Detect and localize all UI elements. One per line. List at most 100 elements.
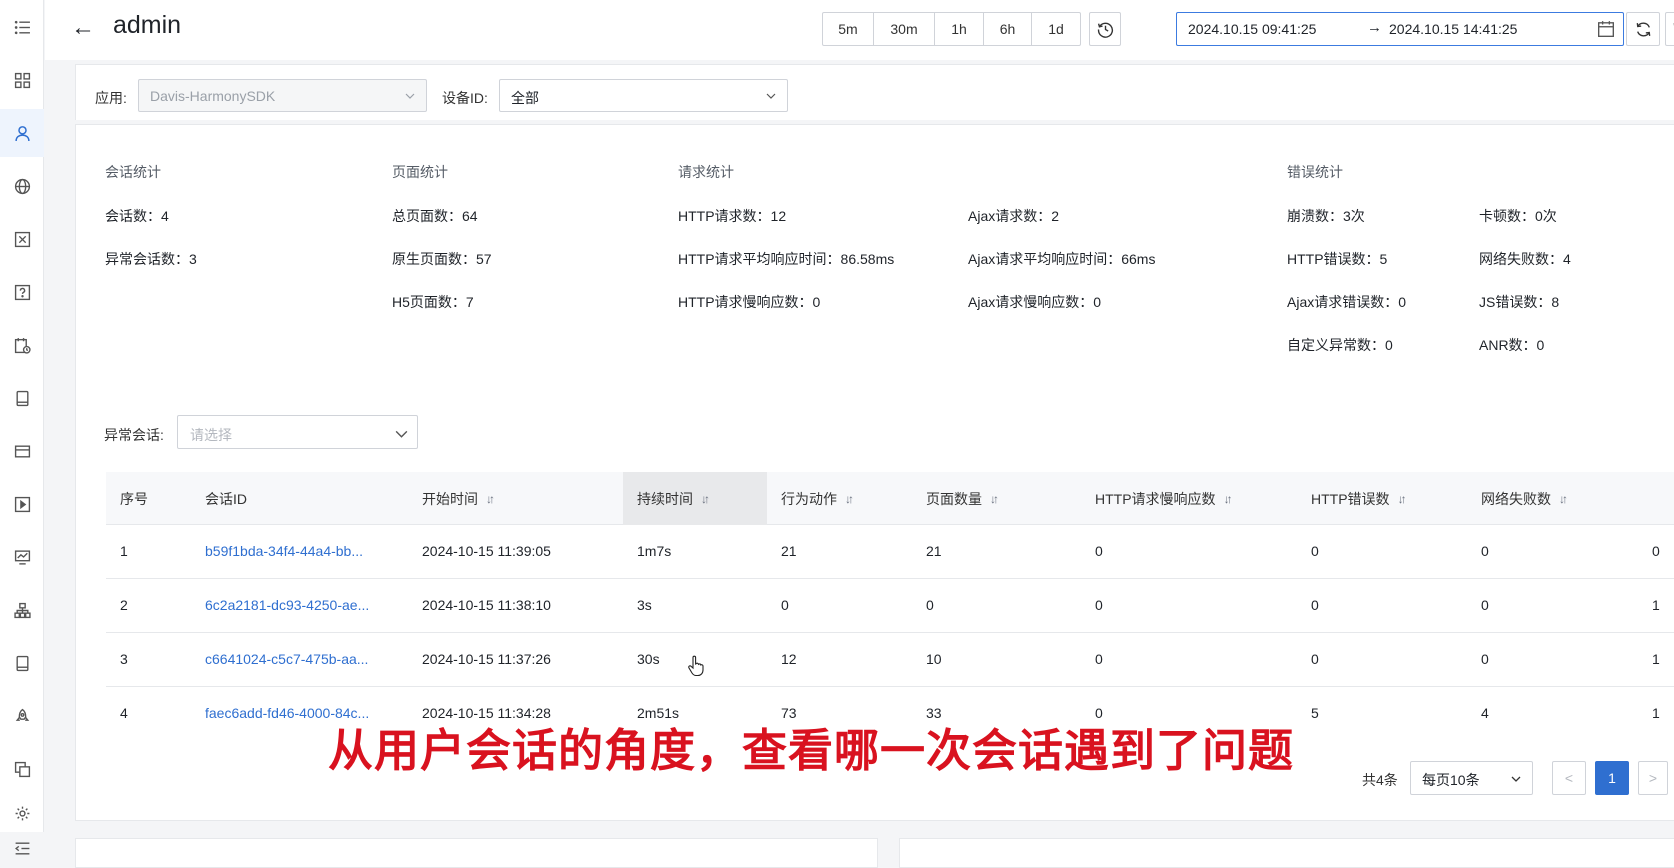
row-extra: 1 [1652, 597, 1660, 613]
row-network-failure: 0 [1481, 543, 1489, 559]
dashboard-grid-icon[interactable] [0, 56, 44, 104]
freeze-count: 卡顿数：0次 [1479, 206, 1557, 226]
col-start-time[interactable]: 开始时间↓↑ [422, 472, 492, 525]
refresh-button[interactable] [1626, 12, 1660, 46]
range-30m-button[interactable]: 30m [874, 13, 935, 45]
app-select[interactable]: Davis-HarmonySDK [138, 79, 427, 112]
range-1h-button[interactable]: 1h [935, 13, 984, 45]
collapse-sidebar-icon[interactable] [0, 832, 44, 864]
session-id-link[interactable]: c6641024-c5c7-475b-aa... [205, 651, 368, 667]
row-duration: 1m7s [637, 543, 671, 559]
js-error-count: JS错误数：8 [1479, 292, 1559, 312]
row-network-failure: 0 [1481, 597, 1489, 613]
globe-icon[interactable] [0, 162, 44, 210]
schedule-icon[interactable] [0, 321, 44, 369]
session-id-link[interactable]: b59f1bda-34f4-44a4-bb... [205, 543, 363, 559]
http-request-count: HTTP请求数：12 [678, 206, 786, 226]
col-http-slow[interactable]: HTTP请求慢响应数↓↑ [1095, 472, 1230, 525]
rocket-icon[interactable] [0, 692, 44, 740]
device-id-label: 设备ID: [442, 88, 488, 108]
calendar-icon [1597, 20, 1615, 38]
session-id-link[interactable]: 6c2a2181-dc93-4250-ae... [205, 597, 369, 613]
col-duration[interactable]: 持续时间↓↑ [623, 472, 767, 525]
row-extra: 1 [1652, 651, 1660, 667]
topology-icon[interactable] [0, 586, 44, 634]
col-index: 序号 [120, 472, 148, 525]
row-duration: 30s [637, 651, 660, 667]
col-http-error[interactable]: HTTP错误数↓↑ [1311, 472, 1404, 525]
card-icon[interactable] [0, 427, 44, 475]
row-start-time: 2024-10-15 11:38:10 [422, 597, 551, 613]
date-arrow: → [1367, 19, 1382, 36]
row-extra: 1 [1652, 705, 1660, 721]
sort-icon: ↓↑ [1224, 492, 1230, 506]
row-index: 1 [120, 543, 128, 559]
session-count: 会话数：4 [105, 206, 169, 226]
page-1-button[interactable]: 1 [1595, 761, 1629, 795]
tablet-icon[interactable] [0, 374, 44, 422]
abnormal-session-count: 异常会话数：3 [105, 249, 197, 269]
row-http-slow: 0 [1095, 543, 1103, 559]
history-clock-icon [1097, 21, 1114, 38]
http-slow-count: HTTP请求慢响应数：0 [678, 292, 820, 312]
range-6h-button[interactable]: 6h [984, 13, 1032, 45]
request-stats-title: 请求统计 [678, 162, 734, 182]
chevron-down-icon [404, 90, 416, 102]
device-icon[interactable] [0, 639, 44, 687]
row-actions: 21 [781, 543, 797, 559]
monitor-chart-icon[interactable] [0, 533, 44, 581]
row-index: 2 [120, 597, 128, 613]
row-page-count: 0 [926, 597, 934, 613]
video-play-icon[interactable] [0, 480, 44, 528]
row-start-time: 2024-10-15 11:39:05 [422, 543, 551, 559]
layers-copy-icon[interactable] [0, 745, 44, 793]
abnormal-session-label: 异常会话: [104, 425, 164, 445]
refresh-icon [1635, 21, 1652, 38]
col-network-failure[interactable]: 网络失败数↓↑ [1481, 472, 1565, 525]
settings-gear-icon[interactable] [0, 798, 44, 828]
row-page-count: 10 [926, 651, 942, 667]
date-end: 2024.10.15 14:41:25 [1389, 21, 1517, 37]
prev-page-button[interactable]: < [1552, 761, 1586, 795]
row-http-error: 0 [1311, 543, 1319, 559]
col-page-count[interactable]: 页面数量↓↑ [926, 472, 996, 525]
video-subtitle: 从用户会话的角度，查看哪一次会话遇到了问题 [328, 714, 1294, 779]
error-box-icon[interactable] [0, 215, 44, 263]
history-clock-button[interactable] [1089, 12, 1121, 46]
range-5m-button[interactable]: 5m [823, 13, 874, 45]
next-page-button[interactable]: > [1638, 761, 1668, 795]
sort-icon: ↓↑ [1398, 492, 1404, 506]
h5-page-count: H5页面数：7 [392, 292, 474, 312]
page-size-select[interactable]: 每页10条 [1410, 761, 1533, 795]
menu-list-icon[interactable] [0, 3, 44, 51]
auto-refresh-button[interactable] [1665, 12, 1674, 46]
row-http-slow: 0 [1095, 651, 1103, 667]
range-1d-button[interactable]: 1d [1032, 13, 1080, 45]
chevron-down-icon [394, 426, 409, 441]
sort-icon: ↓↑ [486, 492, 492, 506]
table-row[interactable]: 1 b59f1bda-34f4-44a4-bb... 2024-10-15 11… [106, 525, 1674, 579]
app-select-value: Davis-HarmonySDK [150, 88, 275, 104]
back-arrow-icon[interactable]: ← [71, 14, 95, 42]
chevron-down-icon [1510, 773, 1522, 785]
abnormal-session-select[interactable]: 请选择 [177, 415, 418, 449]
table-row[interactable]: 3 c6641024-c5c7-475b-aa... 2024-10-15 11… [106, 633, 1674, 687]
error-stats-title: 错误统计 [1287, 162, 1343, 182]
page-title: admin [113, 11, 181, 40]
total-count: 共4条 [1362, 770, 1398, 790]
col-actions[interactable]: 行为动作↓↑ [781, 472, 851, 525]
session-stats-title: 会话统计 [105, 162, 161, 182]
col-session-id: 会话ID [205, 472, 247, 525]
date-range-picker[interactable]: 2024.10.15 09:41:25 → 2024.10.15 14:41:2… [1176, 12, 1624, 46]
question-box-icon[interactable] [0, 268, 44, 316]
device-id-select-value: 全部 [511, 88, 539, 108]
total-page-count: 总页面数：64 [392, 206, 478, 226]
user-icon[interactable] [0, 109, 44, 157]
filter-bar: 应用: Davis-HarmonySDK 设备ID: 全部 [75, 64, 1674, 120]
native-page-count: 原生页面数：57 [392, 249, 492, 269]
http-error-count: HTTP错误数：5 [1287, 249, 1387, 269]
time-range-group: 5m 30m 1h 6h 1d [822, 12, 1081, 46]
table-row[interactable]: 2 6c2a2181-dc93-4250-ae... 2024-10-15 11… [106, 579, 1674, 633]
device-id-select[interactable]: 全部 [499, 79, 788, 112]
ajax-slow-count: Ajax请求慢响应数：0 [968, 292, 1101, 312]
